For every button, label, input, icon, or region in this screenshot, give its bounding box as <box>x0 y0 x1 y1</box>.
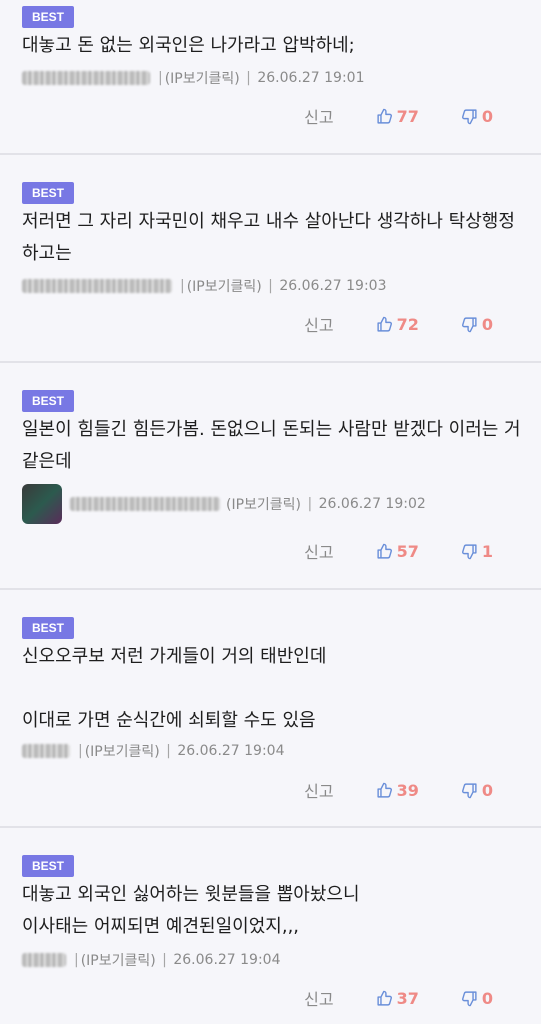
best-badge: BEST <box>22 617 75 639</box>
dislike-count: 0 <box>481 780 493 800</box>
comment-item: BEST 신오오쿠보 저런 가게들이 거의 태반인데 이대로 가면 순식간에 쇠… <box>0 590 541 828</box>
like-count: 72 <box>396 314 419 334</box>
author-name-blurred[interactable] <box>70 497 220 511</box>
thumbs-up-icon <box>377 316 392 332</box>
like-count: 37 <box>396 988 419 1008</box>
dislike-button[interactable]: 0 <box>461 107 493 126</box>
dislike-button[interactable]: 1 <box>461 542 493 561</box>
like-button[interactable]: 77 <box>376 107 419 126</box>
comment-date: 26.06.27 19:02 <box>318 496 426 512</box>
separator: | <box>263 278 278 294</box>
comment-date: 26.06.27 19:04 <box>177 743 285 759</box>
author-name-blurred[interactable] <box>22 953 66 967</box>
ip-view-link[interactable]: (IP보기클릭) <box>81 950 156 970</box>
comment-date: 26.06.27 19:01 <box>257 70 365 86</box>
best-badge: BEST <box>22 855 75 877</box>
thumbs-down-icon <box>461 543 477 559</box>
dislike-count: 0 <box>481 988 493 1008</box>
report-button[interactable]: 신고 <box>304 312 333 336</box>
ip-view-link[interactable]: (IP보기클릭) <box>85 741 160 761</box>
thumbs-up-icon <box>377 782 392 798</box>
author-name-blurred[interactable] <box>22 71 150 85</box>
like-count: 77 <box>396 106 419 126</box>
separator: | <box>303 496 317 512</box>
dislike-count: 1 <box>481 541 493 561</box>
like-button[interactable]: 37 <box>376 989 419 1008</box>
thumbs-down-icon <box>461 990 477 1006</box>
comment-date: 26.06.27 19:04 <box>173 952 281 968</box>
dislike-button[interactable]: 0 <box>461 989 493 1008</box>
dislike-count: 0 <box>481 314 493 334</box>
ip-view-link[interactable]: (IP보기클릭) <box>165 68 240 88</box>
comment-actions: 신고 37 0 <box>304 986 493 1010</box>
author-name-blurred[interactable] <box>22 744 70 758</box>
separator: | <box>158 70 163 86</box>
avatar[interactable] <box>22 484 62 524</box>
comment-text: 대놓고 외국인 싫어하는 윗분들을 뽑아놨으니 이사태는 어찌되면 예견된일이었… <box>22 884 360 937</box>
comment-actions: 신고 77 0 <box>304 104 493 128</box>
thumbs-up-icon <box>377 108 392 124</box>
report-button[interactable]: 신고 <box>304 104 333 128</box>
thumbs-up-icon <box>377 990 392 1006</box>
dislike-button[interactable]: 0 <box>461 781 493 800</box>
comment-text: 대놓고 돈 없는 외국인은 나가라고 압박하네; <box>22 35 355 56</box>
comment-meta: | (IP보기클릭) | 26.06.27 19:03 <box>22 274 387 298</box>
report-button[interactable]: 신고 <box>304 778 333 802</box>
separator: | <box>157 952 172 968</box>
like-count: 57 <box>396 541 419 561</box>
comment-actions: 신고 39 0 <box>304 778 493 802</box>
comment-text: 저러면 그 자리 자국민이 채우고 내수 살아난다 생각하나 탁상행정 하고는 <box>22 211 515 264</box>
separator: | <box>180 278 185 294</box>
comment-item: BEST 일본이 힘들긴 힘든가봄. 돈없으니 돈되는 사람만 받겠다 이러는 … <box>0 363 541 590</box>
best-badge: BEST <box>22 390 75 412</box>
thumbs-down-icon <box>461 316 477 332</box>
report-button[interactable]: 신고 <box>304 986 333 1010</box>
comment-meta: (IP보기클릭) | 26.06.27 19:02 <box>22 483 426 525</box>
dislike-count: 0 <box>481 106 493 126</box>
comment-item: BEST 저러면 그 자리 자국민이 채우고 내수 살아난다 생각하나 탁상행정… <box>0 155 541 363</box>
report-button[interactable]: 신고 <box>304 539 333 563</box>
like-button[interactable]: 57 <box>376 542 419 561</box>
thumbs-down-icon <box>461 108 477 124</box>
separator: | <box>161 743 176 759</box>
comment-actions: 신고 57 1 <box>304 539 493 563</box>
comment-list: BEST 대놓고 돈 없는 외국인은 나가라고 압박하네; | (IP보기클릭)… <box>0 0 541 1024</box>
comment-item: BEST 대놓고 돈 없는 외국인은 나가라고 압박하네; | (IP보기클릭)… <box>0 0 541 155</box>
separator: | <box>74 952 79 968</box>
best-badge: BEST <box>22 182 75 204</box>
comment-text: 일본이 힘들긴 힘든가봄. 돈없으니 돈되는 사람만 받겠다 이러는 거같은데 <box>22 419 521 472</box>
thumbs-down-icon <box>461 782 477 798</box>
dislike-button[interactable]: 0 <box>461 315 493 334</box>
comment-date: 26.06.27 19:03 <box>279 278 387 294</box>
separator: | <box>241 70 256 86</box>
comment-meta: | (IP보기클릭) | 26.06.27 19:04 <box>22 739 285 763</box>
like-button[interactable]: 39 <box>376 781 419 800</box>
ip-view-link[interactable]: (IP보기클릭) <box>226 494 301 514</box>
thumbs-up-icon <box>377 543 392 559</box>
like-button[interactable]: 72 <box>376 315 419 334</box>
like-count: 39 <box>396 780 419 800</box>
author-name-blurred[interactable] <box>22 279 172 293</box>
comment-item: BEST 대놓고 외국인 싫어하는 윗분들을 뽑아놨으니 이사태는 어찌되면 예… <box>0 828 541 1024</box>
comment-meta: | (IP보기클릭) | 26.06.27 19:01 <box>22 66 365 90</box>
comment-text: 신오오쿠보 저런 가게들이 거의 태반인데 이대로 가면 순식간에 쇠퇴할 수도… <box>22 646 327 731</box>
ip-view-link[interactable]: (IP보기클릭) <box>187 276 262 296</box>
comment-meta: | (IP보기클릭) | 26.06.27 19:04 <box>22 948 281 972</box>
comment-actions: 신고 72 0 <box>304 312 493 336</box>
separator: | <box>78 743 83 759</box>
best-badge: BEST <box>22 6 75 28</box>
